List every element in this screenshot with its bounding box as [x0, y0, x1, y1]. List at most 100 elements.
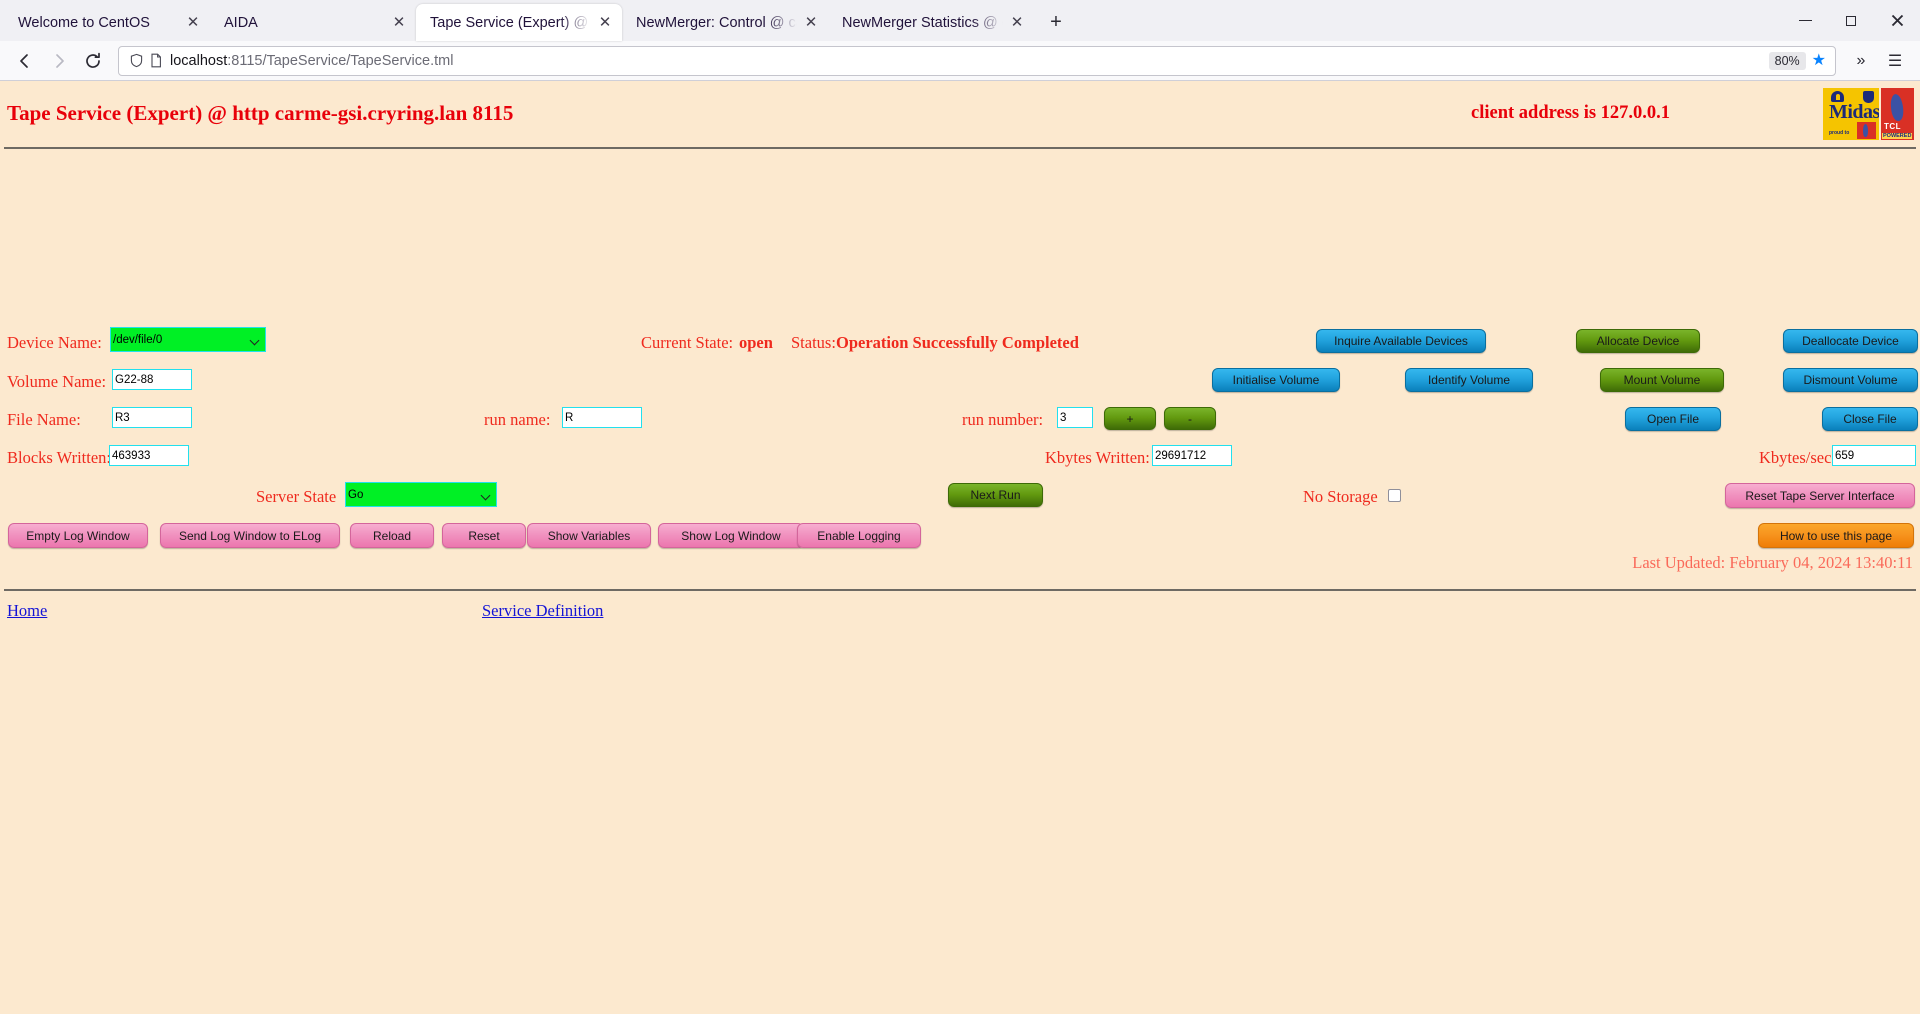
- tab-newmerger-control[interactable]: NewMerger: Control @ carme ✕: [622, 4, 828, 41]
- forward-button[interactable]: [42, 45, 76, 77]
- run-number-input[interactable]: [1057, 407, 1093, 428]
- tcl-flame-icon: [1889, 93, 1905, 122]
- maximize-icon: [1846, 15, 1856, 26]
- file-name-input[interactable]: [112, 407, 192, 428]
- current-state-label: Current State:: [641, 333, 734, 352]
- how-to-use-this-page-button[interactable]: How to use this page: [1758, 523, 1914, 548]
- close-icon[interactable]: ✕: [1008, 14, 1026, 32]
- tab-newmerger-statistics[interactable]: NewMerger Statistics @ carm ✕: [828, 4, 1034, 41]
- tab-welcome-to-centos[interactable]: Welcome to CentOS ✕: [4, 4, 210, 41]
- arrow-right-icon: [56, 53, 64, 68]
- maximize-button[interactable]: [1828, 0, 1874, 41]
- footer-divider: [4, 589, 1916, 591]
- device-name-select-wrapper[interactable]: /dev/file/0: [110, 327, 266, 352]
- page-document-icon: [149, 53, 163, 68]
- deallocate-device-button[interactable]: Deallocate Device: [1783, 329, 1918, 353]
- minimize-icon: [1798, 19, 1812, 22]
- device-name-select[interactable]: /dev/file/0: [110, 327, 266, 352]
- open-file-button[interactable]: Open File: [1625, 407, 1721, 431]
- page-title: Tape Service (Expert) @ http carme-gsi.c…: [7, 101, 514, 125]
- tab-title: Tape Service (Expert) @ carme: [430, 14, 596, 31]
- reload-icon: [86, 52, 100, 68]
- back-button[interactable]: [8, 45, 42, 77]
- reset-tape-server-interface-button[interactable]: Reset Tape Server Interface: [1725, 483, 1915, 508]
- midas-logo-subtext: proud to: [1829, 130, 1850, 136]
- overflow-menu-button[interactable]: »: [1844, 45, 1878, 77]
- bookmark-star-icon[interactable]: ★: [1812, 52, 1826, 69]
- dismount-volume-button[interactable]: Dismount Volume: [1783, 368, 1918, 392]
- page-header: Tape Service (Expert) @ http carme-gsi.c…: [0, 81, 1920, 147]
- volume-name-label: Volume Name:: [7, 372, 107, 391]
- tab-title: Welcome to CentOS: [18, 14, 150, 31]
- new-tab-button[interactable]: +: [1040, 6, 1072, 38]
- current-state-value: open: [739, 333, 773, 352]
- run-name-label: run name:: [484, 410, 551, 429]
- enable-logging-button[interactable]: Enable Logging: [797, 523, 921, 548]
- tab-title: NewMerger Statistics @ carm: [842, 14, 1008, 31]
- kbytes-sec-input[interactable]: [1832, 445, 1916, 466]
- close-icon[interactable]: ✕: [390, 14, 408, 32]
- kbytes-written-label: Kbytes Written:: [1045, 448, 1150, 467]
- reload-button[interactable]: Reload: [350, 523, 434, 548]
- show-log-window-button[interactable]: Show Log Window: [658, 523, 804, 548]
- application-menu-button[interactable]: ☰: [1878, 45, 1912, 77]
- status-label: Status:: [791, 333, 836, 352]
- blocks-written-input[interactable]: [109, 445, 189, 466]
- close-icon[interactable]: ✕: [802, 14, 820, 32]
- close-icon[interactable]: ✕: [184, 14, 202, 32]
- mount-volume-button[interactable]: Mount Volume: [1600, 368, 1724, 392]
- run-number-decrement-button[interactable]: -: [1164, 407, 1216, 430]
- inquire-available-devices-button[interactable]: Inquire Available Devices: [1316, 329, 1486, 353]
- url-path: :8115/TapeService/TapeService.tml: [227, 52, 454, 69]
- tcl-logo-text: TCL: [1884, 122, 1902, 131]
- zoom-level-badge[interactable]: 80%: [1768, 51, 1806, 70]
- client-address-text: client address is 127.0.0.1: [1471, 103, 1671, 123]
- close-icon: [1891, 14, 1903, 27]
- no-storage-label: No Storage: [1303, 487, 1378, 506]
- reset-button[interactable]: Reset: [442, 523, 526, 548]
- reload-button[interactable]: [76, 45, 110, 77]
- page-content: Tape Service (Expert) @ http carme-gsi.c…: [0, 81, 1920, 1014]
- tcl-logo-icon: TCL POWERED: [1881, 88, 1914, 140]
- kbytes-written-input[interactable]: [1152, 445, 1232, 466]
- service-definition-link[interactable]: Service Definition: [482, 601, 603, 621]
- close-window-button[interactable]: [1874, 0, 1920, 41]
- home-link[interactable]: Home: [7, 601, 47, 621]
- empty-log-window-button[interactable]: Empty Log Window: [8, 523, 148, 548]
- tab-title: NewMerger: Control @ carme: [636, 14, 802, 31]
- next-run-button[interactable]: Next Run: [948, 483, 1043, 507]
- url-host: localhost: [170, 52, 228, 69]
- minimize-button[interactable]: [1782, 0, 1828, 41]
- navigation-toolbar: localhost:8115/TapeService/TapeService.t…: [0, 41, 1920, 81]
- allocate-device-button[interactable]: Allocate Device: [1576, 329, 1700, 353]
- identify-volume-button[interactable]: Identify Volume: [1405, 368, 1533, 392]
- send-log-window-to-elog-button[interactable]: Send Log Window to ELog: [160, 523, 340, 548]
- run-name-input[interactable]: [562, 407, 642, 428]
- tab-aida[interactable]: AIDA ✕: [210, 4, 416, 41]
- no-storage-checkbox[interactable]: [1388, 489, 1401, 502]
- show-variables-button[interactable]: Show Variables: [527, 523, 651, 548]
- tcl-powered-text: POWERED: [1882, 133, 1913, 139]
- address-bar[interactable]: localhost:8115/TapeService/TapeService.t…: [118, 45, 1836, 76]
- window-controls: [1782, 0, 1920, 41]
- volume-name-input[interactable]: [112, 369, 192, 390]
- close-file-button[interactable]: Close File: [1822, 407, 1918, 431]
- run-number-increment-button[interactable]: +: [1104, 407, 1156, 430]
- server-state-select-wrapper[interactable]: Go: [345, 482, 497, 507]
- close-icon[interactable]: ✕: [596, 14, 614, 32]
- last-updated-text: Last Updated: February 04, 2024 13:40:11: [1632, 553, 1913, 572]
- server-state-select[interactable]: Go: [345, 482, 497, 507]
- initialise-volume-button[interactable]: Initialise Volume: [1212, 368, 1340, 392]
- server-state-label: Server State: [256, 487, 337, 506]
- tab-strip: Welcome to CentOS ✕ AIDA ✕ Tape Service …: [0, 0, 1920, 41]
- tab-tape-service-expert[interactable]: Tape Service (Expert) @ carme ✕: [416, 4, 622, 41]
- browser-window: Welcome to CentOS ✕ AIDA ✕ Tape Service …: [0, 0, 1920, 1014]
- tape-service-form: Device Name: /dev/file/0 Current State: …: [0, 149, 1920, 620]
- midas-inset-icon: [1857, 122, 1876, 139]
- blocks-written-label: Blocks Written:: [7, 448, 111, 467]
- midas-logo-text: Midas: [1829, 101, 1879, 123]
- arrow-left-icon: [20, 53, 28, 68]
- tab-title: AIDA: [224, 14, 258, 31]
- file-name-label: File Name:: [7, 410, 81, 429]
- url-text: localhost:8115/TapeService/TapeService.t…: [170, 53, 1769, 69]
